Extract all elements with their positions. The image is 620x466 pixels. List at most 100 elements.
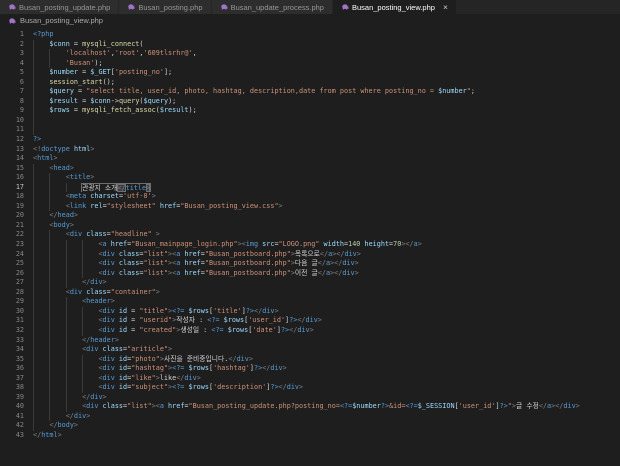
code-line[interactable]: 34 <div class="ariticle">: [4, 345, 620, 355]
code-line[interactable]: 2 $conn = mysqli_connect(: [4, 39, 620, 50]
line-number[interactable]: 30: [4, 307, 24, 317]
code-line[interactable]: 43 </html>: [4, 431, 620, 441]
code-line[interactable]: 35 <div id="photo">사진을 준비중입니다.</div>: [4, 354, 620, 365]
code-line[interactable]: 16 <title>: [4, 173, 620, 183]
code-line[interactable]: 37 <div id="like">like</div>: [4, 373, 620, 384]
code-line[interactable]: 39 </div>: [4, 392, 620, 403]
code-line[interactable]: 38 <div id="subject"><?= $rows['descripti…: [4, 383, 620, 393]
code-line[interactable]: 10: [4, 115, 620, 126]
line-number[interactable]: 8: [4, 97, 24, 107]
indent-guide: [33, 373, 49, 384]
line-number[interactable]: 21: [4, 221, 24, 231]
line-number[interactable]: 15: [4, 164, 24, 174]
code-line[interactable]: 30 <div id = "title"><?= $rows['title']?>…: [4, 306, 620, 317]
line-number[interactable]: 7: [4, 87, 24, 97]
line-number[interactable]: 34: [4, 345, 24, 355]
code-token: </: [317, 259, 326, 268]
line-number[interactable]: 16: [4, 173, 24, 183]
code-line[interactable]: 22 <div class="headline" >: [4, 230, 620, 241]
line-number[interactable]: 18: [4, 192, 24, 202]
code-line[interactable]: 4 'Busan');: [4, 58, 620, 69]
code-line[interactable]: 42 </body>: [4, 421, 620, 431]
code-line[interactable]: 12 ?>: [4, 135, 620, 145]
code-line[interactable]: 8 $result = $conn->query($query);: [4, 96, 620, 107]
tab-label: Busan_update_process.php: [230, 2, 324, 12]
line-number[interactable]: 32: [4, 326, 24, 336]
code-line[interactable]: 6 session_start();: [4, 77, 620, 88]
line-number[interactable]: 35: [4, 355, 24, 365]
line-number[interactable]: 25: [4, 259, 24, 269]
code-line[interactable]: 32 <div id = "created">생성일 : <?= $rows['d…: [4, 325, 620, 336]
code-line[interactable]: 23 <a href="Busan_mainpage_login.php"><im…: [4, 240, 620, 250]
line-content: 'Busan');: [33, 58, 620, 69]
code-line[interactable]: 31 <div id = "userid">작성자 : <?= $rows['us…: [4, 316, 620, 326]
code-editor[interactable]: 1 <?php 2 $conn = mysqli_connect(3'localhos…: [0, 27, 620, 441]
tab-Busan_posting_view.php[interactable]: Busan_posting_view.php ×: [332, 0, 457, 14]
code-line[interactable]: 36 <div id="hashtag"><?= $rows['hashtag']…: [4, 364, 620, 374]
code-line[interactable]: 14 <html>: [4, 154, 620, 164]
line-number[interactable]: 6: [4, 78, 24, 88]
code-line[interactable]: 41 </div>: [4, 411, 620, 422]
line-number[interactable]: 5: [4, 68, 24, 78]
line-number[interactable]: 38: [4, 383, 24, 393]
tab-Busan_update_process.php[interactable]: Busan_update_process.php: [211, 0, 333, 14]
line-number[interactable]: 2: [4, 40, 24, 50]
code-line[interactable]: 27 </div>: [4, 278, 620, 288]
line-number[interactable]: 23: [4, 240, 24, 250]
code-line[interactable]: 28 <div class="container">: [4, 287, 620, 298]
line-number[interactable]: 31: [4, 316, 24, 326]
code-line[interactable]: 33 </header>: [4, 335, 620, 346]
line-number[interactable]: 22: [4, 230, 24, 240]
line-number[interactable]: 41: [4, 412, 24, 422]
line-number[interactable]: 20: [4, 211, 24, 221]
code-line[interactable]: 17 관광지 소개</title>: [4, 182, 620, 193]
code-line[interactable]: 40 <div class="list"><a href="Busan_posti…: [4, 402, 620, 412]
code-line[interactable]: 24 <div class="list"><a href="Busan_postb…: [4, 249, 620, 260]
code-line[interactable]: 26 <div class="list"><a href="Busan_postb…: [4, 268, 620, 279]
indent-guide: [33, 106, 49, 116]
line-number[interactable]: 3: [4, 49, 24, 59]
tab-close-icon[interactable]: ×: [443, 3, 448, 12]
code-line[interactable]: 9 $rows = mysqli_fetch_assoc($result);: [4, 106, 620, 116]
breadcrumb[interactable]: Busan_posting_view.php: [0, 14, 620, 27]
line-number[interactable]: 26: [4, 269, 24, 279]
line-content: session_start();: [33, 77, 620, 88]
line-number[interactable]: 1: [4, 30, 24, 40]
code-line[interactable]: 29 <header>: [4, 297, 620, 307]
code-line[interactable]: 7 $query = "select title, user_id, photo,…: [4, 87, 620, 97]
code-line[interactable]: 25 <div class="list"><a href="Busan_postb…: [4, 259, 620, 269]
line-number[interactable]: 37: [4, 374, 24, 384]
code-line[interactable]: 18 <meta charset='utf-8'>: [4, 192, 620, 202]
code-line[interactable]: 21 <body>: [4, 220, 620, 231]
line-number[interactable]: 27: [4, 278, 24, 288]
line-number[interactable]: 4: [4, 59, 24, 69]
code-line[interactable]: 20 </head>: [4, 211, 620, 221]
indent-guide: [33, 316, 49, 326]
line-number[interactable]: 29: [4, 297, 24, 307]
line-number[interactable]: 19: [4, 202, 24, 212]
line-number[interactable]: 40: [4, 402, 24, 412]
line-number[interactable]: 12: [4, 135, 24, 145]
line-number[interactable]: 43: [4, 431, 24, 441]
code-line[interactable]: 5 $number = $_GET['posting_no'];: [4, 68, 620, 78]
line-number[interactable]: 39: [4, 393, 24, 403]
code-line[interactable]: 13 <!doctype html>: [4, 145, 620, 155]
code-line[interactable]: 15 <head>: [4, 163, 620, 174]
line-number[interactable]: 14: [4, 154, 24, 164]
code-line[interactable]: 3'localhost','root','609tlsrhr@',: [4, 49, 620, 59]
line-number[interactable]: 13: [4, 145, 24, 155]
line-number[interactable]: 42: [4, 421, 24, 431]
line-number[interactable]: 33: [4, 336, 24, 346]
tab-Busan_posting_update.php[interactable]: Busan_posting_update.php: [0, 0, 120, 14]
code-line[interactable]: 11: [4, 125, 620, 136]
line-number[interactable]: 9: [4, 106, 24, 116]
line-number[interactable]: 11: [4, 125, 24, 135]
line-number[interactable]: 36: [4, 364, 24, 374]
code-line[interactable]: 1 <?php: [4, 30, 620, 40]
line-number[interactable]: 24: [4, 250, 24, 260]
line-number[interactable]: 17: [4, 183, 24, 193]
tab-Busan_posting.php[interactable]: Busan_posting.php: [119, 0, 212, 14]
code-line[interactable]: 19 <link rel="stylesheet" href="Busan_pos…: [4, 201, 620, 212]
line-number[interactable]: 10: [4, 116, 24, 126]
line-number[interactable]: 28: [4, 288, 24, 298]
